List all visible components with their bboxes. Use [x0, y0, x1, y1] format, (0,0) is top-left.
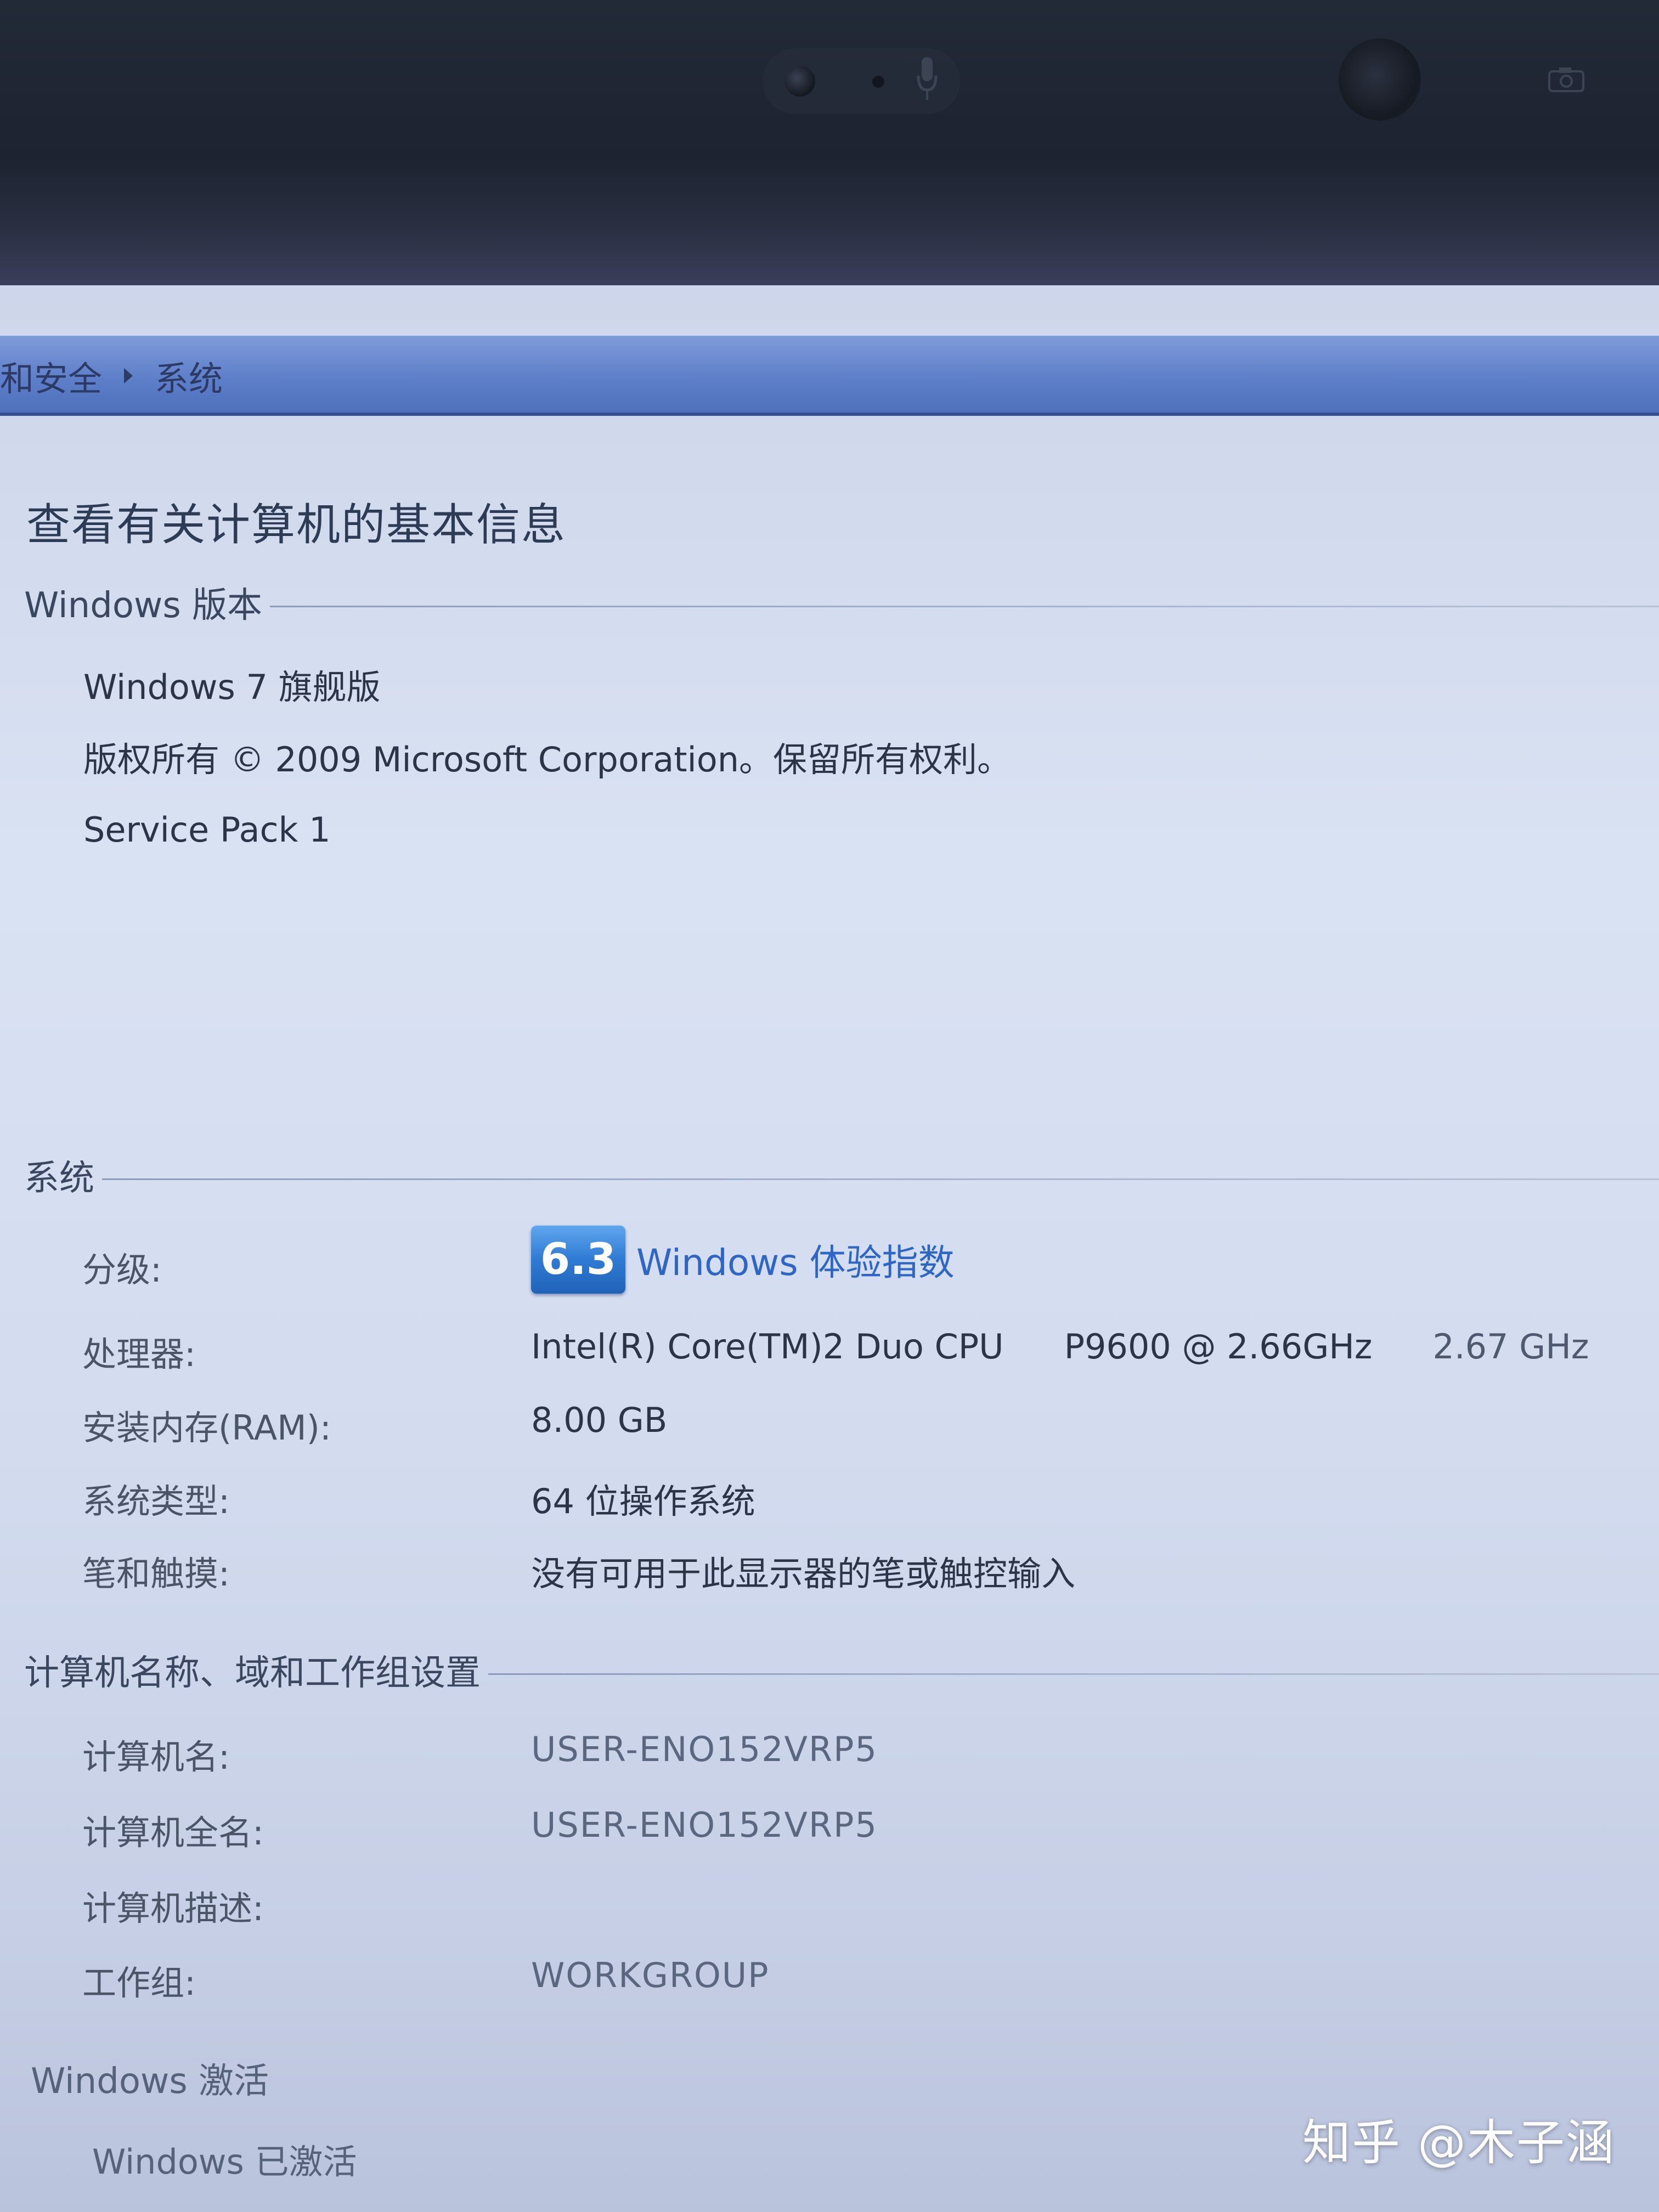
system-type-row: 系统类型: 64 位操作系统	[82, 1474, 1651, 1523]
ram-row: 安装内存(RAM): 8.00 GB	[82, 1400, 1651, 1449]
processor-value: Intel(R) Core(TM)2 Duo CPU P9600 @ 2.66G…	[531, 1327, 1589, 1367]
microphone-icon	[917, 57, 938, 100]
pen-touch-label: 笔和触摸:	[82, 1554, 230, 1594]
breadcrumb-item-security[interactable]: 和安全	[0, 351, 102, 400]
ram-value: 8.00 GB	[531, 1400, 668, 1440]
zhihu-watermark: 知乎 @木子涵	[1302, 2114, 1615, 2171]
section-divider	[488, 1673, 1659, 1675]
computer-name-label: 计算机名:	[82, 1737, 230, 1777]
processor-label: 处理器:	[82, 1334, 196, 1374]
windows-edition-header: Windows 版本	[24, 577, 1659, 628]
system-type-label: 系统类型:	[82, 1481, 230, 1521]
full-computer-name-value: USER-ENO152VRP5	[531, 1805, 878, 1845]
system-type-value: 64 位操作系统	[531, 1481, 755, 1521]
main-content: 查看有关计算机的基本信息 Windows 版本 Windows 7 旗舰版 版权…	[0, 413, 1659, 2212]
section-divider	[102, 1178, 1659, 1180]
webcam-lens	[785, 66, 815, 97]
activation-status: Windows 已激活	[92, 2142, 357, 2182]
processor-model: P9600 @ 2.66GHz	[1064, 1327, 1373, 1367]
workgroup-value: WORKGROUP	[531, 1955, 770, 1995]
system-properties-window: 和安全 系统 查看有关计算机的基本信息 Windows 版本 Windows 7…	[0, 285, 1659, 2212]
system-header-label: 系统	[24, 1158, 94, 1199]
camera-icon	[1548, 67, 1584, 92]
processor-name: Intel(R) Core(TM)2 Duo CPU	[531, 1327, 1004, 1367]
experience-index-link[interactable]: Windows 体验指数	[636, 1233, 955, 1286]
pen-touch-value: 没有可用于此显示器的笔或触控输入	[531, 1554, 1076, 1594]
computer-name-header: 计算机名称、域和工作组设置	[24, 1645, 1659, 1695]
page-title: 查看有关计算机的基本信息	[26, 499, 566, 550]
full-computer-name-row: 计算机全名: USER-ENO152VRP5	[82, 1805, 1651, 1854]
address-bar[interactable]: 和安全 系统	[0, 336, 1659, 416]
experience-index-badge[interactable]: 6.3	[531, 1226, 625, 1294]
activation-header: Windows 激活	[31, 2053, 1655, 2103]
processor-row: 处理器: Intel(R) Core(TM)2 Duo CPU P9600 @ …	[82, 1327, 1651, 1376]
breadcrumb-item-system[interactable]: 系统	[155, 351, 223, 400]
rating-row: 分级: 6.3 Windows 体验指数	[82, 1226, 1651, 1294]
workgroup-label: 工作组:	[82, 1963, 196, 2003]
ambient-light-sensor	[1339, 38, 1421, 121]
windows-edition-name: Windows 7 旗舰版	[83, 667, 381, 707]
copyright-text: 版权所有 © 2009 Microsoft Corporation。保留所有权利…	[83, 740, 1012, 780]
chevron-right-icon[interactable]	[124, 368, 133, 383]
section-divider	[270, 605, 1659, 607]
rating-label: 分级:	[82, 1250, 162, 1290]
pen-touch-row: 笔和触摸: 没有可用于此显示器的笔或触控输入	[82, 1546, 1651, 1595]
computer-description-label: 计算机描述:	[82, 1888, 264, 1928]
computer-name-value: USER-ENO152VRP5	[531, 1729, 878, 1769]
service-pack-text: Service Pack 1	[83, 810, 331, 850]
activation-header-label: Windows 激活	[31, 2061, 269, 2102]
ram-label: 安装内存(RAM):	[82, 1408, 331, 1448]
system-header: 系统	[24, 1150, 1659, 1200]
full-computer-name-label: 计算机全名:	[82, 1813, 264, 1853]
computer-name-row: 计算机名: USER-ENO152VRP5	[82, 1729, 1651, 1779]
computer-name-header-label: 计算机名称、域和工作组设置	[24, 1653, 481, 1694]
computer-description-row: 计算机描述:	[82, 1881, 1651, 1930]
processor-speed: 2.67 GHz	[1432, 1327, 1589, 1367]
experience-index[interactable]: 6.3 Windows 体验指数	[531, 1226, 955, 1294]
webcam-indicator	[872, 76, 884, 88]
breadcrumb: 和安全 系统	[0, 357, 223, 399]
windows-edition-header-label: Windows 版本	[24, 585, 263, 626]
laptop-bezel	[0, 0, 1659, 285]
workgroup-row: 工作组: WORKGROUP	[82, 1955, 1651, 2005]
